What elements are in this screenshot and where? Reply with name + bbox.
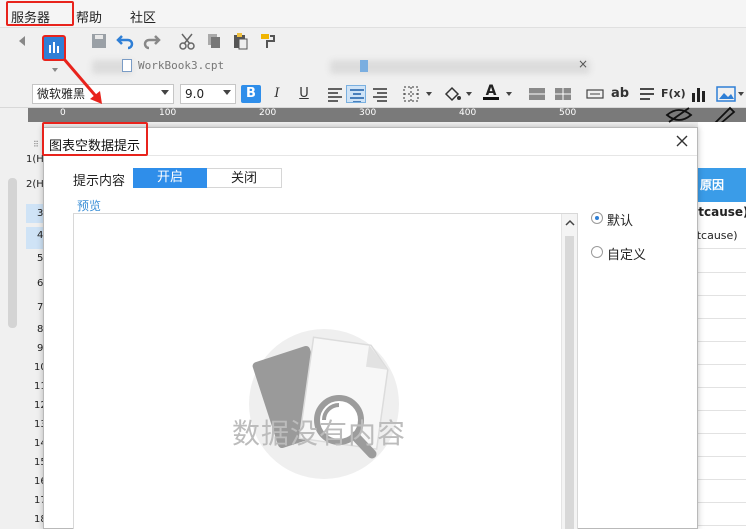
toggle-on-button[interactable]: 开启 xyxy=(133,168,207,188)
font-size-value: 9.0 xyxy=(185,87,205,101)
grid-line xyxy=(698,248,746,249)
ruler-mark: 100 xyxy=(159,108,177,118)
merge-cells-icon[interactable] xyxy=(528,86,546,102)
chevron-down-icon[interactable] xyxy=(52,68,58,72)
font-color-icon[interactable]: A xyxy=(482,83,500,103)
horizontal-ruler: 0 100 200 300 400 500 xyxy=(28,106,746,124)
formula-button[interactable]: F(x) xyxy=(661,85,686,103)
menu-help[interactable]: 帮助 xyxy=(76,7,102,26)
underline-button[interactable]: U xyxy=(294,85,314,103)
format-bar: 微软雅黑 9.0 B I U A ab F(x) xyxy=(0,80,746,108)
default-radio[interactable] xyxy=(591,212,603,224)
undo-icon[interactable] xyxy=(116,32,134,50)
grip-icon: ⠿ xyxy=(33,140,39,149)
annotation-arrow xyxy=(62,58,102,104)
close-icon[interactable] xyxy=(674,133,690,149)
paragraph-icon[interactable] xyxy=(638,86,656,102)
chevron-down-icon xyxy=(223,90,231,95)
fill-color-icon[interactable] xyxy=(442,85,462,103)
image-icon[interactable] xyxy=(716,85,736,103)
ruler-mark: 500 xyxy=(559,108,577,118)
font-size-select[interactable]: 9.0 xyxy=(180,84,236,104)
cell-text[interactable]: otcause) xyxy=(690,205,746,219)
grid-line xyxy=(698,341,746,342)
preview-panel xyxy=(73,213,578,529)
align-center-icon[interactable] xyxy=(346,85,366,103)
align-right-icon[interactable] xyxy=(371,86,389,102)
bold-button[interactable]: B xyxy=(241,85,261,103)
chart-icon[interactable] xyxy=(690,85,708,103)
grid-line xyxy=(698,387,746,388)
grid-line xyxy=(698,295,746,296)
text-ab-button[interactable]: ab xyxy=(610,85,630,103)
file-tab-name[interactable]: WorkBook3.cpt xyxy=(138,59,224,72)
grid-line xyxy=(698,364,746,365)
hide-eye-icon[interactable] xyxy=(664,106,694,124)
collapse-left-icon[interactable] xyxy=(19,36,25,46)
column-header[interactable]: 原因 xyxy=(698,168,746,202)
scrollbar-thumb[interactable] xyxy=(565,236,574,529)
grid-line xyxy=(698,272,746,273)
row-headers: ⠿ 1(H 2(H 3 4 5 6 7 8 9 10 11 12 13 14 1… xyxy=(0,122,47,529)
preview-label: 预览 xyxy=(77,199,102,213)
chevron-down-icon xyxy=(161,90,169,95)
close-tab-icon[interactable]: × xyxy=(578,57,588,71)
highlight-menu-server xyxy=(6,1,74,26)
highlight-dialog-title xyxy=(42,122,148,156)
hint-content-label: 提示内容 xyxy=(73,174,126,189)
spreadsheet-peek: 原因 otcause) otcause) xyxy=(690,122,746,529)
paste-icon[interactable] xyxy=(231,32,249,50)
blurred-icon xyxy=(360,60,368,72)
grid-line xyxy=(698,433,746,434)
toolbar: WorkBook3.cpt × xyxy=(0,28,746,80)
chevron-down-icon[interactable] xyxy=(506,92,512,96)
ruler-mark: 400 xyxy=(459,108,477,118)
grid-line xyxy=(698,410,746,411)
menu-community[interactable]: 社区 xyxy=(130,7,156,26)
empty-data-text: 数据没有内容 xyxy=(232,417,407,450)
align-left-icon[interactable] xyxy=(326,86,344,102)
blurred-area xyxy=(330,60,590,74)
save-icon[interactable] xyxy=(90,32,108,50)
grid-line xyxy=(698,502,746,503)
ruler-mark: 300 xyxy=(359,108,377,118)
grid-line xyxy=(698,479,746,480)
menu-bar: 服务器 帮助 社区 xyxy=(0,0,746,28)
copy-icon[interactable] xyxy=(205,32,223,50)
redo-icon[interactable] xyxy=(143,32,161,50)
chevron-up-icon[interactable] xyxy=(564,218,576,228)
italic-button[interactable]: I xyxy=(267,85,287,103)
border-icon[interactable] xyxy=(402,85,420,103)
ruler-mark: 200 xyxy=(259,108,277,118)
cut-icon[interactable] xyxy=(178,32,196,50)
chevron-down-icon[interactable] xyxy=(466,92,472,96)
chevron-down-icon[interactable] xyxy=(426,92,432,96)
custom-radio-label[interactable]: 自定义 xyxy=(607,244,646,263)
format-painter-icon[interactable] xyxy=(258,32,276,50)
grid-line xyxy=(698,318,746,319)
grid-line xyxy=(698,525,746,526)
chevron-down-icon[interactable] xyxy=(738,92,744,96)
file-icon xyxy=(122,59,132,72)
custom-radio[interactable] xyxy=(591,246,603,258)
default-radio-label[interactable]: 默认 xyxy=(607,210,633,229)
toggle-off-button[interactable]: 关闭 xyxy=(207,168,282,188)
text-box-icon[interactable] xyxy=(586,88,604,100)
grid-line xyxy=(698,456,746,457)
preview-scrollbar[interactable] xyxy=(561,214,577,529)
empty-data-illustration-icon xyxy=(249,329,399,479)
split-cells-icon[interactable] xyxy=(554,86,572,102)
vertical-scrollbar[interactable] xyxy=(8,178,17,328)
empty-data-dialog: 图表空数据提示 提示内容 开启 关闭 预览 数据没有内容 默认 自定义 xyxy=(43,127,698,529)
